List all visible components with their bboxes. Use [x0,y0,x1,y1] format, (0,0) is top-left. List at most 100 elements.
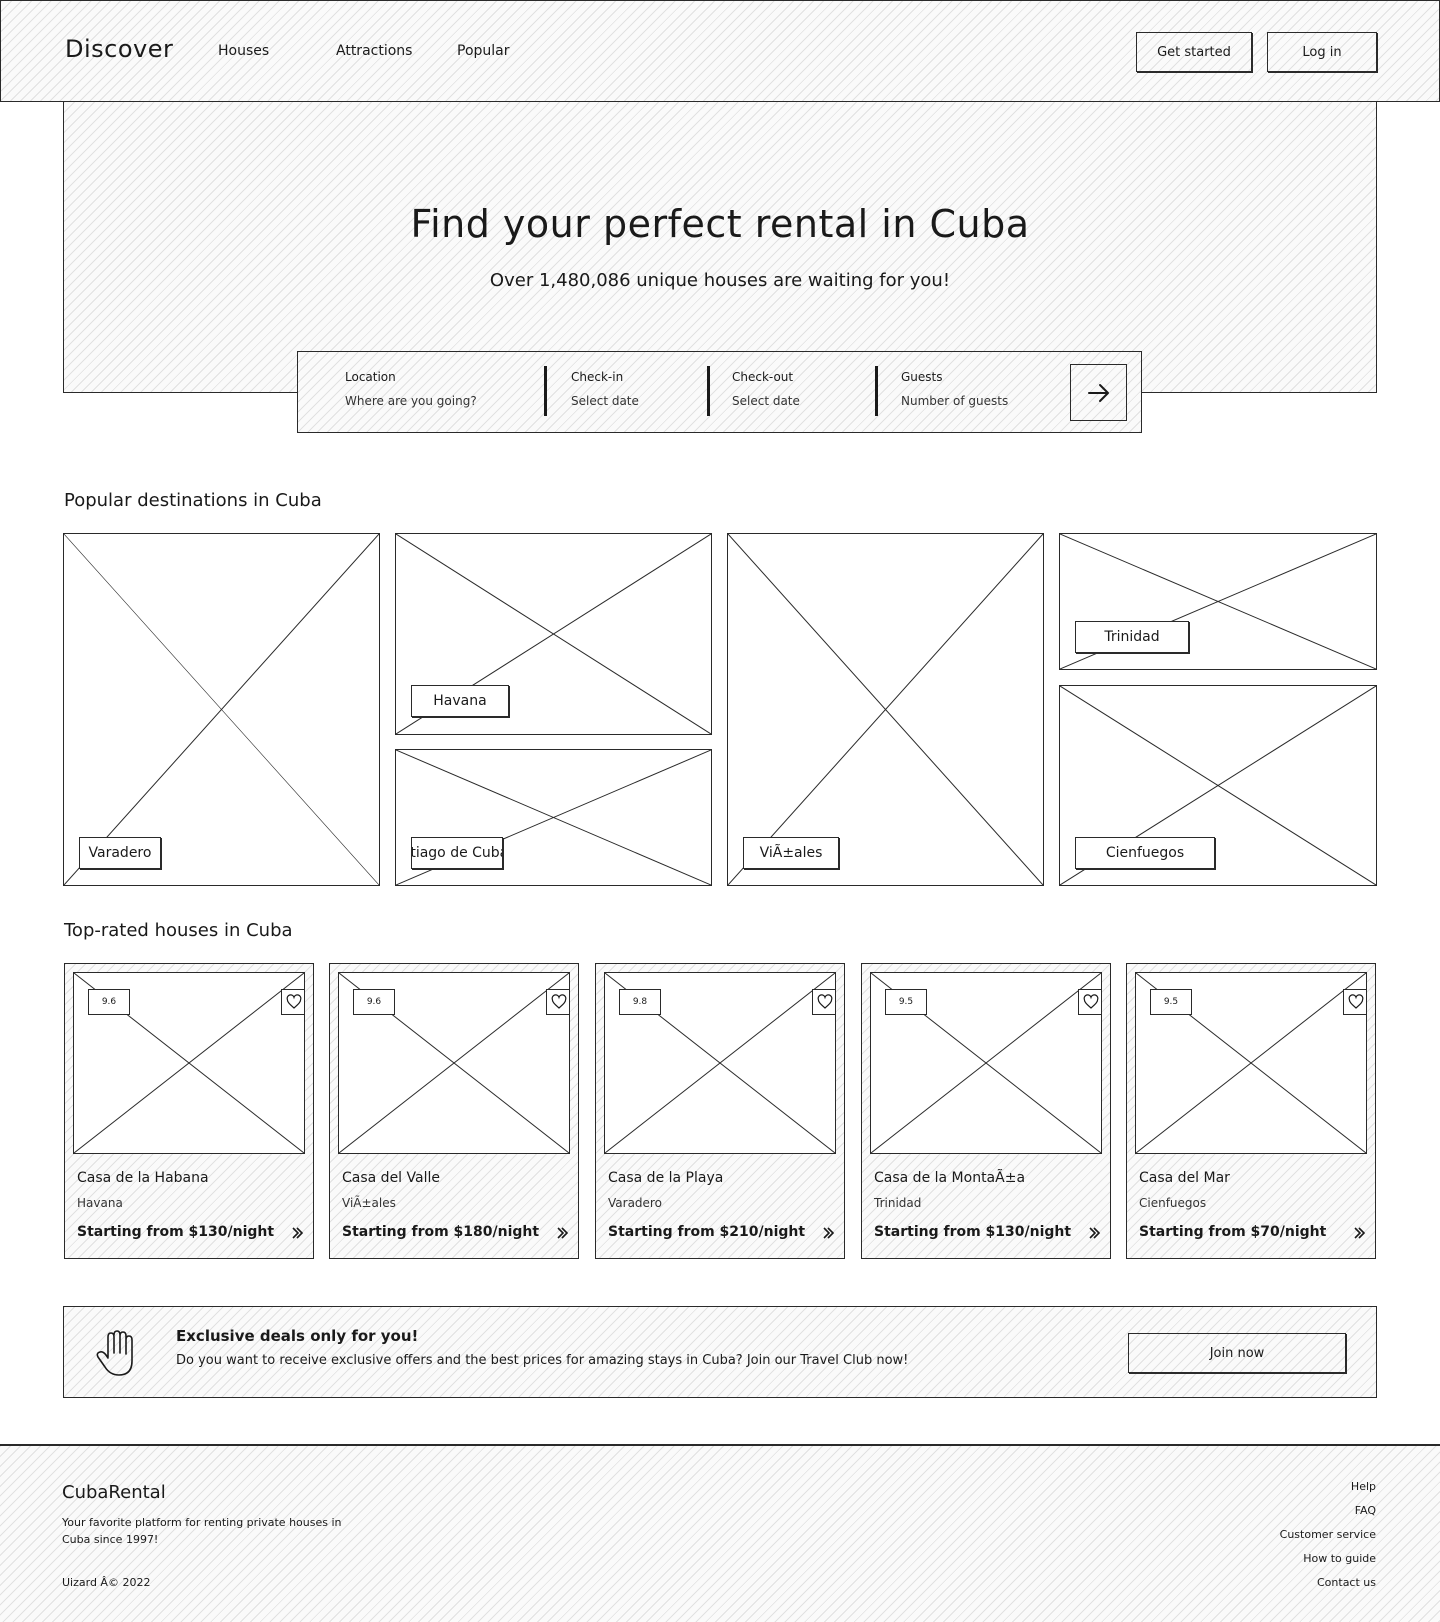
hero-banner: Find your perfect rental in Cuba Over 1,… [63,101,1377,393]
house-card[interactable]: 9.6 Casa del Valle ViÃ±ales Starting from $… [329,963,579,1259]
hero-subtitle: Over 1,480,086 unique houses are waiting… [489,270,951,291]
deals-description: Do you want to receive exclusive offers … [176,1353,909,1368]
search-submit-button[interactable] [1070,364,1127,421]
house-image: 9.5 [1135,972,1367,1154]
house-image: 9.5 [870,972,1102,1154]
favorite-button[interactable] [1078,989,1101,1015]
house-price: Starting from $130/night [77,1224,275,1240]
footer-link-customer-service[interactable]: Customer service [1280,1528,1376,1541]
house-location: ViÃ±ales [342,1196,396,1210]
nav-link-houses[interactable]: Houses [218,43,269,59]
card-open-button[interactable] [554,1224,570,1242]
house-price: Starting from $130/night [874,1224,1072,1240]
card-open-button[interactable] [1351,1224,1367,1242]
house-price: Starting from $70/night [1139,1224,1327,1240]
guests-label: Guests [901,370,943,384]
heart-icon [1348,994,1364,1009]
house-location: Havana [77,1196,123,1210]
hero-title: Find your perfect rental in Cuba [410,202,1030,246]
checkin-field[interactable]: Check-in Select date [571,370,639,408]
destination-card-santiago[interactable]: Santiago de Cuba [395,749,712,886]
footer-link-how-to-guide[interactable]: How to guide [1303,1552,1376,1565]
rating-badge: 9.6 [88,989,130,1015]
footer-brand: CubaRental [62,1482,166,1503]
rating-badge: 9.5 [885,989,927,1015]
house-name: Casa del Mar [1139,1170,1230,1186]
rating-badge: 9.8 [619,989,661,1015]
location-label: Location [345,370,396,384]
favorite-button[interactable] [546,989,569,1015]
card-open-button[interactable] [1086,1224,1102,1242]
house-location: Cienfuegos [1139,1196,1207,1210]
destination-label: Santiago de Cuba [411,837,503,869]
get-started-button[interactable]: Get started [1136,32,1252,72]
destination-card-trinidad[interactable]: Trinidad [1059,533,1377,670]
house-card[interactable]: 9.5 Casa de la MontaÃ±a Trinidad Starting f… [861,963,1111,1259]
footer-copyright: Uizard Â© 2022 [62,1576,151,1589]
checkin-input[interactable]: Select date [571,394,639,408]
chevron-double-right-icon [557,1227,569,1239]
heart-icon [286,994,302,1009]
chevron-double-right-icon [1089,1227,1101,1239]
hand-icon [96,1330,133,1376]
house-name: Casa de la Playa [608,1170,724,1186]
nav-link-popular[interactable]: Popular [457,43,510,59]
heart-icon [817,994,833,1009]
destination-label: Havana [411,685,509,717]
houses-section-title: Top-rated houses in Cuba [64,920,293,941]
checkin-label: Check-in [571,370,624,384]
house-name: Casa de la Habana [77,1170,209,1186]
search-bar: Location Where are you going? Check-in S… [297,351,1142,433]
location-field[interactable]: Location Where are you going? [345,370,477,408]
guests-input[interactable]: Number of guests [901,394,1008,408]
house-card[interactable]: 9.8 Casa de la Playa Varadero Starting from… [595,963,845,1259]
rating-badge: 9.6 [353,989,395,1015]
destinations-section-title: Popular destinations in Cuba [64,490,322,511]
checkout-field[interactable]: Check-out Select date [732,370,800,408]
favorite-button[interactable] [1343,989,1366,1015]
card-open-button[interactable] [820,1224,836,1242]
arrow-right-icon [1087,383,1109,402]
footer-link-help[interactable]: Help [1351,1480,1376,1493]
deals-banner: Exclusive deals only for you! Do you wan… [63,1306,1377,1398]
top-navigation-bar: Discover Houses Attractions Popular Get … [0,0,1440,102]
chevron-double-right-icon [292,1227,304,1239]
chevron-double-right-icon [1354,1227,1366,1239]
destination-label: ViÃ±ales [743,837,839,869]
house-card[interactable]: 9.5 Casa del Mar Cienfuegos Starting from $… [1126,963,1376,1259]
destination-card-vinales[interactable]: ViÃ±ales [727,533,1044,886]
footer-link-contact-us[interactable]: Contact us [1317,1576,1376,1589]
footer-link-faq[interactable]: FAQ [1355,1504,1376,1517]
house-location: Varadero [608,1196,662,1210]
destination-label: Cienfuegos [1075,837,1215,869]
rating-badge: 9.5 [1150,989,1192,1015]
heart-icon [1083,994,1099,1009]
house-name: Casa del Valle [342,1170,440,1186]
house-name: Casa de la MontaÃ±a [874,1170,1026,1186]
guests-field[interactable]: Guests Number of guests [901,370,1008,408]
join-now-button[interactable]: Join now [1128,1333,1346,1373]
destination-card-varadero[interactable]: Varadero [63,533,380,886]
house-image: 9.6 [338,972,570,1154]
checkout-input[interactable]: Select date [732,394,800,408]
search-divider [875,366,878,416]
destination-card-cienfuegos[interactable]: Cienfuegos [1059,685,1377,886]
footer-description: Your favorite platform for renting priva… [62,1516,342,1546]
site-logo[interactable]: Discover [65,35,173,63]
deals-title: Exclusive deals only for you! [176,1327,419,1345]
login-button[interactable]: Log in [1267,32,1377,72]
destination-card-havana[interactable]: Havana [395,533,712,735]
favorite-button[interactable] [281,989,304,1015]
image-placeholder [64,534,379,885]
house-card[interactable]: 9.6 Casa de la Habana Havana Starting from … [64,963,314,1259]
chevron-double-right-icon [823,1227,835,1239]
heart-icon [551,994,567,1009]
destination-label: Varadero [79,837,161,869]
house-location: Trinidad [874,1196,922,1210]
favorite-button[interactable] [812,989,835,1015]
card-open-button[interactable] [289,1224,305,1242]
location-input[interactable]: Where are you going? [345,394,477,408]
nav-link-attractions[interactable]: Attractions [336,43,412,59]
house-image: 9.8 [604,972,836,1154]
house-price: Starting from $210/night [608,1224,806,1240]
